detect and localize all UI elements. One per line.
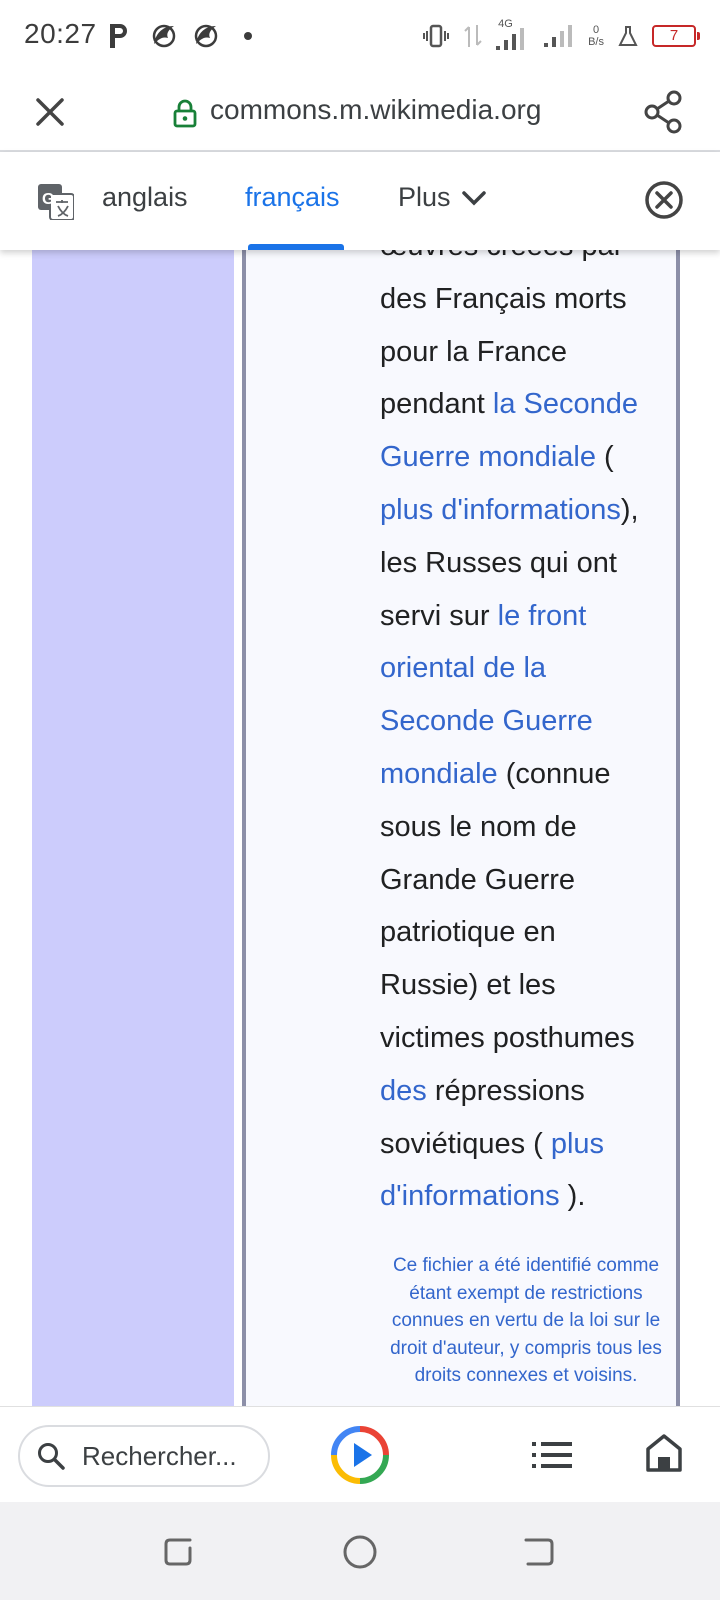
text-line: sous le nom de [380, 801, 680, 854]
text-line: pendant la Seconde [380, 378, 680, 431]
text-line: œuvres créées par [380, 250, 680, 273]
home-icon[interactable] [644, 1433, 684, 1473]
close-icon[interactable] [30, 92, 70, 132]
page-content: œuvres créées par des Français morts pour … [0, 250, 720, 1406]
bird-app-icon-2 [194, 24, 218, 48]
search-icon [38, 1443, 65, 1470]
text-segment: sous le nom de [380, 810, 577, 843]
text-segment: victimes posthumes [380, 1021, 635, 1054]
text-segment: ), [620, 493, 639, 526]
text-segment: ( [596, 441, 614, 474]
license-description: œuvres créées par des Français morts pour … [380, 250, 680, 1223]
text-line: oriental de la [380, 642, 680, 695]
lock-icon [173, 99, 197, 128]
share-icon[interactable] [644, 90, 684, 134]
svg-text:G: G [42, 191, 54, 208]
signal-icon-2 [544, 25, 573, 47]
text-segment: soviétiques ( [380, 1127, 551, 1160]
inline-link[interactable]: oriental de la [380, 652, 546, 684]
inline-link[interactable]: plus d'informations [380, 494, 621, 526]
text-line: soviétiques ( plus [380, 1118, 680, 1171]
status-bar: 20:27 4G 0 B/s 7 [0, 0, 720, 72]
system-navigation-bar [0, 1502, 720, 1600]
home-circle-icon[interactable] [340, 1532, 380, 1572]
play-icon[interactable] [330, 1425, 390, 1485]
url-text[interactable]: commons.m.wikimedia.org [210, 94, 541, 126]
text-segment: œuvres créées par [380, 250, 623, 262]
text-segment: pendant [380, 388, 493, 421]
inline-link[interactable]: d'informations [380, 1180, 560, 1212]
copyright-note[interactable]: Ce fichier a été identifié comme étant e… [378, 1252, 674, 1390]
license-color-column [32, 250, 234, 1406]
text-segment: pour la France [380, 335, 567, 368]
active-tab-indicator [248, 244, 344, 250]
search-placeholder: Rechercher... [82, 1441, 237, 1471]
text-line: mondiale (connue [380, 748, 680, 801]
data-arrows-icon [464, 25, 482, 47]
text-line: victimes posthumes [380, 1012, 680, 1065]
back-icon[interactable] [518, 1532, 558, 1572]
more-languages-button[interactable]: Plus [398, 182, 487, 213]
text-line: Guerre mondiale ( [380, 431, 680, 484]
inline-link[interactable]: Guerre mondiale [380, 441, 596, 473]
recent-apps-icon[interactable] [160, 1532, 200, 1572]
text-segment: répressions [426, 1074, 585, 1107]
text-line: Russie) et les [380, 959, 680, 1012]
inline-link[interactable]: plus [551, 1128, 604, 1160]
inline-link[interactable]: la Seconde [493, 388, 638, 420]
text-segment: des Français morts [380, 282, 627, 315]
text-line: des Français morts [380, 273, 680, 326]
search-input[interactable]: Rechercher... [18, 1425, 270, 1487]
chevron-down-icon [461, 190, 486, 205]
text-line: Seconde Guerre [380, 695, 680, 748]
list-icon[interactable] [532, 1439, 572, 1471]
signal-group-1: 4G [496, 18, 530, 50]
url-bar: commons.m.wikimedia.org [0, 72, 720, 152]
tab-source-language[interactable]: anglais [102, 182, 188, 213]
text-line: des répressions [380, 1065, 680, 1118]
more-label: Plus [398, 182, 451, 212]
text-line: servi sur le front [380, 590, 680, 643]
google-translate-icon[interactable]: G [38, 184, 74, 220]
text-segment: (connue [497, 757, 611, 790]
text-line: patriotique en [380, 906, 680, 959]
text-segment: Russie) et les [380, 969, 556, 1002]
vibrate-icon [423, 24, 450, 48]
flask-icon [618, 26, 638, 46]
translate-bar: G anglais français Plus [0, 152, 720, 250]
tab-target-language[interactable]: français [245, 182, 340, 213]
text-line: plus d'informations), [380, 484, 680, 537]
bird-app-icon [152, 24, 176, 48]
parking-app-icon [110, 24, 127, 48]
dot-indicator [244, 32, 252, 40]
inline-link[interactable]: des [380, 1075, 427, 1107]
text-line: pour la France [380, 326, 680, 379]
inline-link[interactable]: Seconde Guerre [380, 705, 593, 737]
signal-icon [496, 28, 525, 50]
text-segment: ). [559, 1180, 586, 1213]
text-segment: servi sur [380, 599, 498, 632]
inline-link[interactable]: mondiale [380, 758, 498, 790]
battery-indicator: 7 [652, 25, 700, 47]
close-circle-icon[interactable] [644, 180, 684, 220]
network-speed: 0 B/s [588, 24, 604, 48]
text-line: les Russes qui ont [380, 537, 680, 590]
text-line: d'informations ). [380, 1170, 680, 1223]
text-segment: Grande Guerre [380, 863, 576, 896]
status-time: 20:27 [24, 18, 97, 49]
text-segment: les Russes qui ont [380, 546, 617, 579]
text-segment: patriotique en [380, 916, 556, 949]
status-right: 4G 0 B/s 7 [422, 18, 700, 54]
text-line: Grande Guerre [380, 854, 680, 907]
inline-link[interactable]: le front [498, 600, 587, 632]
bottom-toolbar: Rechercher... [0, 1406, 720, 1502]
